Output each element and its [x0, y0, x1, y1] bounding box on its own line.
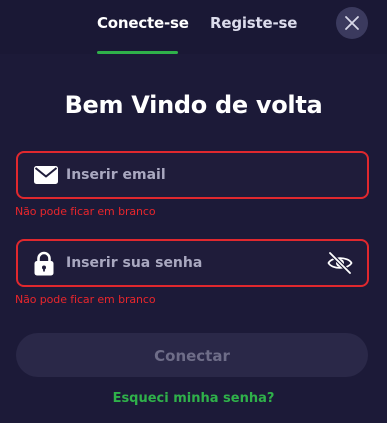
password-visibility-toggle[interactable] — [327, 241, 353, 285]
login-modal: Conecte-se Registe-se Bem Vindo de volta… — [0, 0, 387, 423]
email-error-message: Não pode ficar em branco — [15, 205, 156, 218]
page-title: Bem Vindo de volta — [64, 91, 323, 119]
close-icon — [345, 16, 359, 30]
envelope-icon — [34, 153, 58, 197]
tab-login[interactable]: Conecte-se — [97, 14, 189, 32]
email-field — [16, 151, 369, 199]
close-button[interactable] — [336, 7, 368, 39]
password-field — [16, 239, 369, 287]
forgot-password-link[interactable]: Esqueci minha senha? — [0, 391, 387, 406]
lock-icon — [34, 241, 54, 285]
submit-button[interactable]: Conectar — [16, 333, 368, 377]
active-tab-indicator — [97, 51, 178, 54]
password-error-message: Não pode ficar em branco — [15, 293, 156, 306]
password-input[interactable] — [66, 241, 316, 285]
auth-tabs: Conecte-se Registe-se — [0, 0, 387, 54]
eye-off-icon — [327, 251, 353, 275]
tab-register[interactable]: Registe-se — [210, 14, 297, 32]
email-input[interactable] — [66, 153, 316, 197]
